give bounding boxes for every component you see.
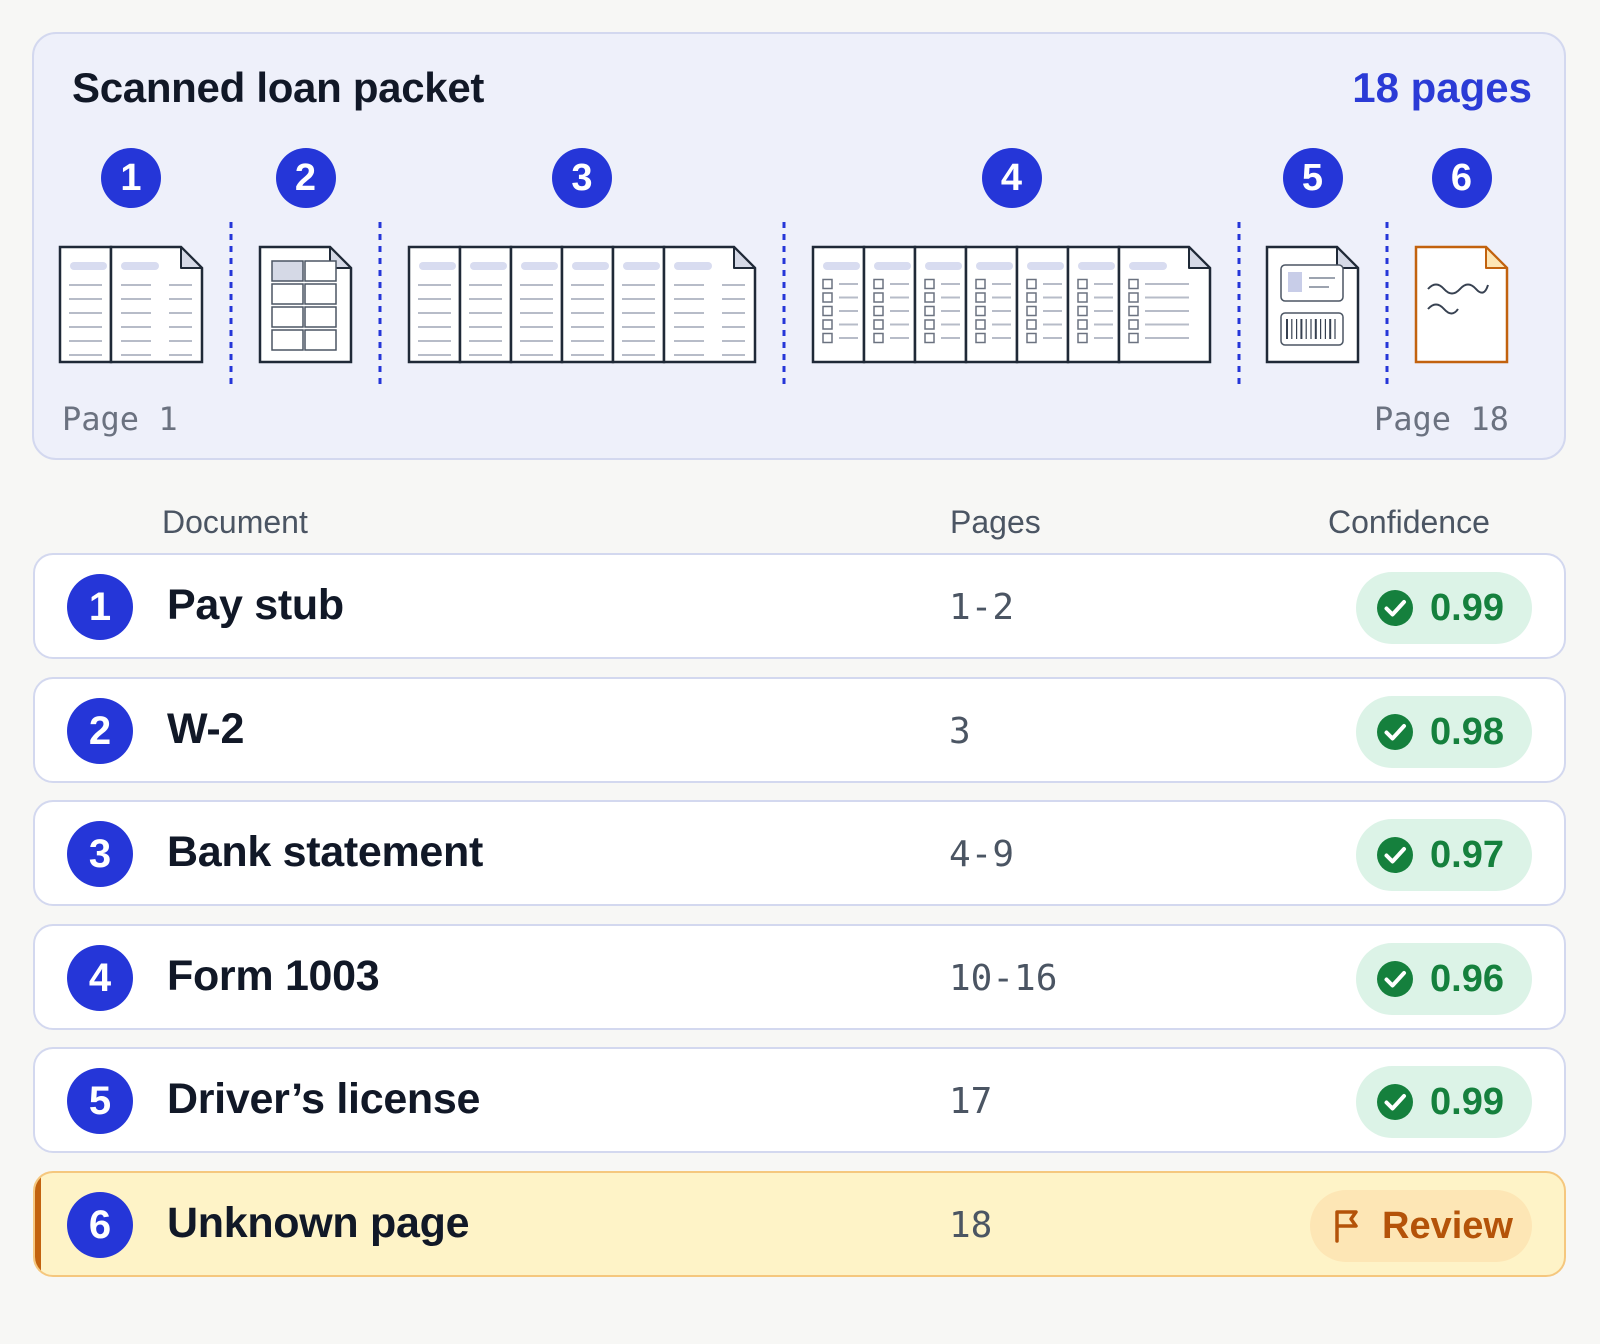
scanned-page-thumbnail: [611, 245, 666, 364]
scanned-page-thumbnail: [1117, 245, 1212, 364]
scanned-page-thumbnail: [964, 245, 1019, 364]
row-number-badge: 1: [67, 574, 133, 640]
check-circle-icon: [1377, 837, 1413, 873]
scanned-page-thumbnail: [458, 245, 513, 364]
segment-5-pages: [1265, 245, 1360, 364]
check-circle-icon: [1377, 1084, 1413, 1120]
confidence-badge: 0.99: [1356, 1066, 1532, 1138]
scanned-page-thumbnail: [913, 245, 968, 364]
row-number-badge: 3: [67, 821, 133, 887]
segment-4-pages: [811, 245, 1212, 364]
scanned-page-thumbnail: [109, 245, 204, 364]
segment-badge-6: 6: [1431, 148, 1492, 208]
scanned-page-thumbnail: [1265, 245, 1360, 364]
page-end-label: Page 18: [1374, 400, 1509, 438]
row-number-badge: 4: [67, 945, 133, 1011]
segment-1-pages: [58, 245, 204, 364]
scanned-page-thumbnail: [58, 245, 113, 364]
page-range: 1-2: [949, 587, 1015, 628]
page-strip: [58, 222, 1509, 388]
confidence-badge: 0.99: [1356, 572, 1532, 644]
review-label: Review: [1382, 1204, 1513, 1247]
confidence-value: 0.96: [1430, 957, 1504, 1000]
page-range: 3: [949, 711, 971, 752]
header-document: Document: [162, 504, 308, 540]
scanned-page-thumbnail: [560, 245, 615, 364]
header-pages: Pages: [950, 504, 1041, 540]
segment-badge-3: 3: [552, 148, 612, 208]
document-name: Driver’s license: [167, 1075, 481, 1123]
segment-2-pages: [258, 245, 353, 364]
page-start-label: Page 1: [62, 400, 178, 438]
check-circle-icon: [1377, 714, 1413, 750]
page-range: 4-9: [949, 834, 1015, 875]
segment-badge-4: 4: [981, 148, 1042, 208]
table-row-form-1003[interactable]: 4 Form 1003 10-16 0.96: [33, 924, 1566, 1030]
check-circle-icon: [1377, 961, 1413, 997]
review-button[interactable]: Review: [1310, 1190, 1532, 1262]
scanned-page-thumbnail: [862, 245, 917, 364]
scanned-page-thumbnail: [1066, 245, 1121, 364]
header-confidence: Confidence: [1328, 504, 1490, 540]
scanned-page-thumbnail: [258, 245, 353, 364]
segment-6-pages: [1414, 245, 1509, 364]
document-name: Pay stub: [167, 581, 344, 629]
scanned-page-thumbnail: [1015, 245, 1070, 364]
table-row-bank-statement[interactable]: 3 Bank statement 4-9 0.97: [33, 800, 1566, 906]
confidence-badge: 0.97: [1356, 819, 1532, 891]
page-range: 18: [949, 1205, 993, 1246]
page-range: 17: [949, 1081, 993, 1122]
scanned-page-thumbnail: [509, 245, 564, 364]
row-number-badge: 2: [67, 698, 133, 764]
table-row-drivers-license[interactable]: 5 Driver’s license 17 0.99: [33, 1047, 1566, 1153]
document-name: Form 1003: [167, 952, 380, 1000]
confidence-value: 0.99: [1430, 1080, 1504, 1123]
row-number-badge: 6: [67, 1192, 133, 1258]
document-name: Unknown page: [167, 1199, 470, 1247]
table-row-pay-stub[interactable]: 1 Pay stub 1-2 0.99: [33, 553, 1566, 659]
row-number-badge: 5: [67, 1068, 133, 1134]
flag-icon: [1335, 1210, 1358, 1243]
confidence-value: 0.97: [1430, 833, 1504, 876]
segment-3-pages: [407, 245, 757, 364]
scanned-page-thumbnail: [811, 245, 866, 364]
segment-badge-5: 5: [1282, 148, 1343, 208]
document-name: Bank statement: [167, 828, 484, 876]
scanned-page-thumbnail: [1414, 245, 1509, 364]
segment-badge-1: 1: [101, 148, 161, 208]
scanned-page-thumbnail: [407, 245, 462, 364]
table-row-w2[interactable]: 2 W-2 3 0.98: [33, 677, 1566, 783]
table-row-unknown-page[interactable]: 6 Unknown page 18 Review: [33, 1171, 1566, 1277]
confidence-value: 0.99: [1430, 586, 1504, 629]
confidence-badge: 0.98: [1356, 696, 1532, 768]
page-range: 10-16: [949, 958, 1058, 999]
scanned-page-thumbnail: [662, 245, 757, 364]
check-circle-icon: [1377, 590, 1413, 626]
confidence-value: 0.98: [1430, 710, 1504, 753]
segment-badge-2: 2: [275, 148, 336, 208]
confidence-badge: 0.96: [1356, 943, 1532, 1015]
document-name: W-2: [167, 705, 245, 753]
